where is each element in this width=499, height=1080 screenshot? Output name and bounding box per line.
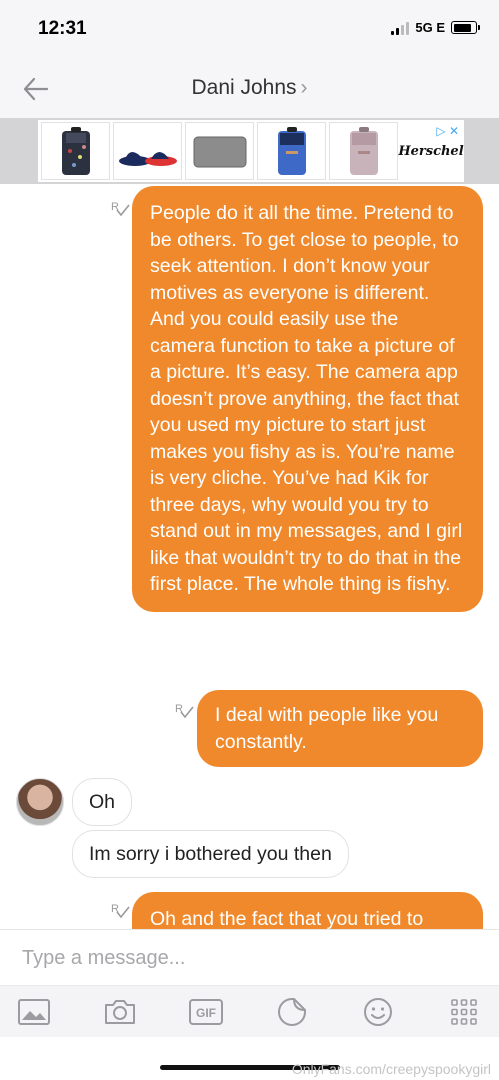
ad-product-backpack-blue[interactable]: [257, 122, 326, 180]
contact-name-title[interactable]: Dani Johns ›: [0, 76, 499, 100]
compose-toolbar: GIF: [0, 985, 499, 1037]
gif-icon[interactable]: GIF: [189, 996, 223, 1028]
message-thread[interactable]: R People do it all the time. Pretend to …: [0, 184, 499, 929]
ad-product-laptop-sleeve[interactable]: [185, 122, 254, 180]
smiley-icon[interactable]: [361, 996, 395, 1028]
chat-header: Dani Johns ›: [0, 60, 499, 118]
contact-name[interactable]: Dani Johns: [191, 76, 296, 99]
ad-brand-logo[interactable]: ▷ ✕ Herschel: [398, 122, 464, 180]
message-bubble-incoming[interactable]: Oh: [72, 778, 133, 826]
ad-brand-name: Herschel: [398, 143, 464, 159]
chevron-right-icon: ›: [300, 76, 308, 99]
ad-product-sandals[interactable]: [113, 122, 182, 180]
ad-product-backpack-pink[interactable]: [329, 122, 398, 180]
sticker-icon[interactable]: [275, 996, 309, 1028]
ad-choices-icon[interactable]: ▷ ✕: [436, 124, 459, 138]
message-bubble-incoming[interactable]: Im sorry i bothered you then: [72, 830, 349, 878]
message-bubble-outgoing[interactable]: Oh and the fact that you tried to: [132, 892, 483, 929]
read-receipt-icon: R: [111, 201, 130, 217]
svg-text:GIF: GIF: [196, 1006, 216, 1020]
read-receipt-icon: R: [111, 903, 130, 919]
read-receipt-icon: R: [175, 703, 194, 719]
battery-icon: [451, 21, 480, 34]
apps-grid-icon[interactable]: [447, 996, 481, 1028]
status-time: 12:31: [38, 18, 87, 39]
gallery-icon[interactable]: [17, 996, 51, 1028]
message-input[interactable]: [22, 942, 462, 974]
message-bubble-outgoing[interactable]: People do it all the time. Pretend to be…: [132, 186, 483, 612]
watermark: OnlyFans.com/creepyspookygirl: [291, 1061, 491, 1077]
ad-banner[interactable]: ▷ ✕ Herschel: [0, 118, 499, 184]
status-bar: 12:31 5G E: [0, 0, 499, 60]
signal-icon: [391, 21, 410, 35]
home-indicator-area: OnlyFans.com/creepyspookygirl: [0, 1037, 499, 1080]
ad-product-backpack-floral[interactable]: [41, 122, 110, 180]
ad-strip[interactable]: ▷ ✕ Herschel: [38, 120, 464, 182]
camera-icon[interactable]: [103, 996, 137, 1028]
message-bubble-outgoing[interactable]: I deal with people like you constantly.: [197, 690, 483, 767]
message-input-bar: [0, 929, 499, 985]
status-indicators: 5G E: [391, 20, 480, 35]
contact-avatar[interactable]: [16, 778, 64, 826]
network-label: 5G E: [415, 20, 445, 35]
